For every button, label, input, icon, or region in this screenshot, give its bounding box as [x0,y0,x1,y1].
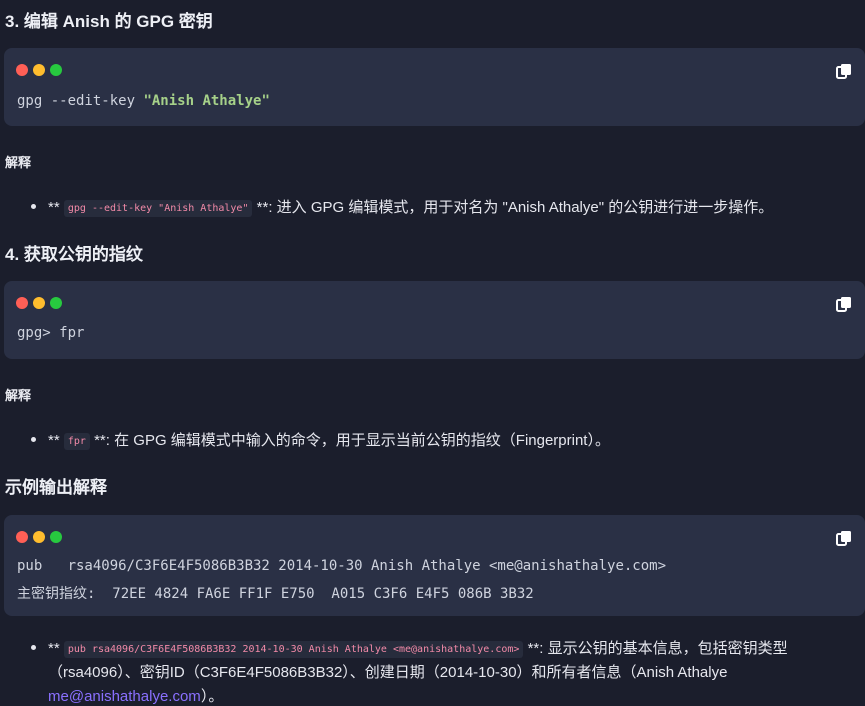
window-dots [16,531,62,543]
code-line-pub: pub rsa4096/C3F6E4F5086B3B32 2014-10-30 … [17,558,667,574]
bullet-text: **: 显示公钥的基本信息，包括密钥类型 [527,640,788,657]
yellow-dot [33,64,45,76]
code-block-output: pub rsa4096/C3F6E4F5086B3B32 2014-10-30 … [4,515,865,616]
window-dots [16,64,62,76]
yellow-dot [33,297,45,309]
red-dot [16,64,28,76]
green-dot [50,531,62,543]
copy-icon[interactable] [835,62,853,80]
code-block-fpr: gpg> fpr [4,281,865,359]
bullet-tail: ）。 [200,688,224,705]
red-dot [16,531,28,543]
red-dot [16,297,28,309]
bullet-dot [31,644,36,650]
code-command: gpg --edit-key [17,93,144,109]
section-heading-edit-key: 3. 编辑 Anish 的 GPG 密钥 [5,12,213,31]
code-line: gpg> fpr [17,325,85,341]
copy-icon[interactable] [835,529,853,547]
inline-code: gpg --edit-key "Anish Athalye" [63,199,253,217]
code-line-fingerprint: 主密钥指纹: 72EE 4824 FA6E FF1F E750 A015 C3F… [17,586,534,602]
explain-label: 解释 [5,388,32,403]
list-item: ** pub rsa4096/C3F6E4F5086B3B32 2014-10-… [31,637,788,658]
bullet-text: **: 在 GPG 编辑模式中输入的命令，用于显示当前公钥的指纹（Fingerp… [94,432,610,449]
window-dots [16,297,62,309]
yellow-dot [33,531,45,543]
code-line: gpg --edit-key "Anish Athalye" [17,93,270,109]
green-dot [50,297,62,309]
section-heading-fingerprint: 4. 获取公钥的指纹 [5,245,143,264]
section-heading-output: 示例输出解释 [5,478,107,497]
copy-icon[interactable] [835,295,853,313]
inline-code: pub rsa4096/C3F6E4F5086B3B32 2014-10-30 … [63,640,524,658]
code-string: "Anish Athalye" [143,93,270,109]
bold-prefix: ** [48,432,60,449]
green-dot [50,64,62,76]
bullet-continuation: （rsa4096）、密钥ID（C3F6E4F5086B3B32）、创建日期（20… [48,664,728,681]
bullet-text: **: 进入 GPG 编辑模式，用于对名为 "Anish Athalye" 的公… [256,199,774,216]
list-item: ** gpg --edit-key "Anish Athalye" **: 进入… [31,196,773,217]
bullet-dot [31,203,36,209]
inline-code: fpr [63,432,90,450]
explain-label: 解释 [5,155,32,170]
bullet-continuation: me@anishathalye.com）。 [48,685,223,706]
bold-prefix: ** [48,199,60,216]
email-link[interactable]: me@anishathalye.com [48,688,201,705]
bullet-dot [31,436,36,442]
bold-prefix: ** [48,640,60,657]
list-item: ** fpr **: 在 GPG 编辑模式中输入的命令，用于显示当前公钥的指纹（… [31,429,610,450]
code-block-edit-key: gpg --edit-key "Anish Athalye" [4,48,865,126]
